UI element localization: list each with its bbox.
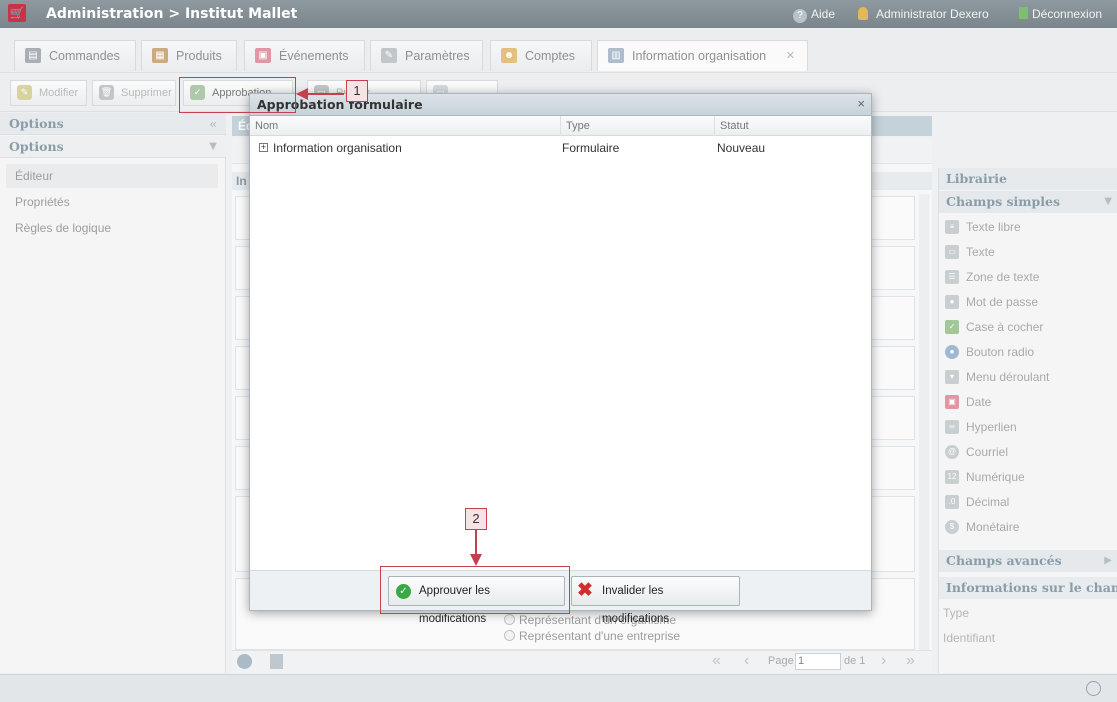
callout-number-1: 1: [346, 80, 368, 102]
logout-icon: [1019, 7, 1028, 19]
row-name: Information organisation: [273, 141, 402, 155]
callout-arrow-1: [296, 88, 344, 100]
column-header-nom[interactable]: Nom: [250, 116, 561, 136]
help-icon: ?: [793, 9, 807, 23]
table-row[interactable]: + Information organisation Formulaire No…: [250, 138, 871, 158]
callout-arrow-2: [470, 530, 482, 566]
user-icon: [858, 7, 868, 20]
expand-icon[interactable]: +: [259, 143, 268, 152]
close-dialog-icon[interactable]: ×: [857, 96, 865, 111]
column-header-statut[interactable]: Statut: [715, 116, 871, 136]
row-status: Nouveau: [717, 141, 766, 155]
help-link[interactable]: ? Aide: [793, 7, 835, 23]
page-title: Administration > Institut Mallet: [46, 6, 298, 22]
top-bar: 🛒 Administration > Institut Mallet ? Aide…: [0, 0, 1117, 28]
red-x-icon: ✖: [577, 580, 593, 601]
user-link[interactable]: Administrator Dexero: [858, 7, 989, 21]
grid-header: Nom Type Statut: [250, 116, 871, 136]
callout-number-2: 2: [465, 508, 487, 530]
callout-highlight-approve: [380, 566, 570, 614]
invalidate-changes-button[interactable]: ✖ Invalider les modifications: [571, 576, 740, 625]
cart-logo-icon: 🛒: [8, 4, 26, 22]
callout-highlight-approval: [179, 77, 296, 113]
status-icon[interactable]: [1086, 681, 1101, 696]
status-bar: [0, 674, 1117, 702]
column-header-type[interactable]: Type: [561, 116, 715, 136]
logout-link[interactable]: Déconnexion: [1019, 7, 1102, 21]
row-type: Formulaire: [562, 141, 620, 155]
approval-dialog: Approbation formulaire × Nom Type Statut…: [249, 93, 872, 625]
